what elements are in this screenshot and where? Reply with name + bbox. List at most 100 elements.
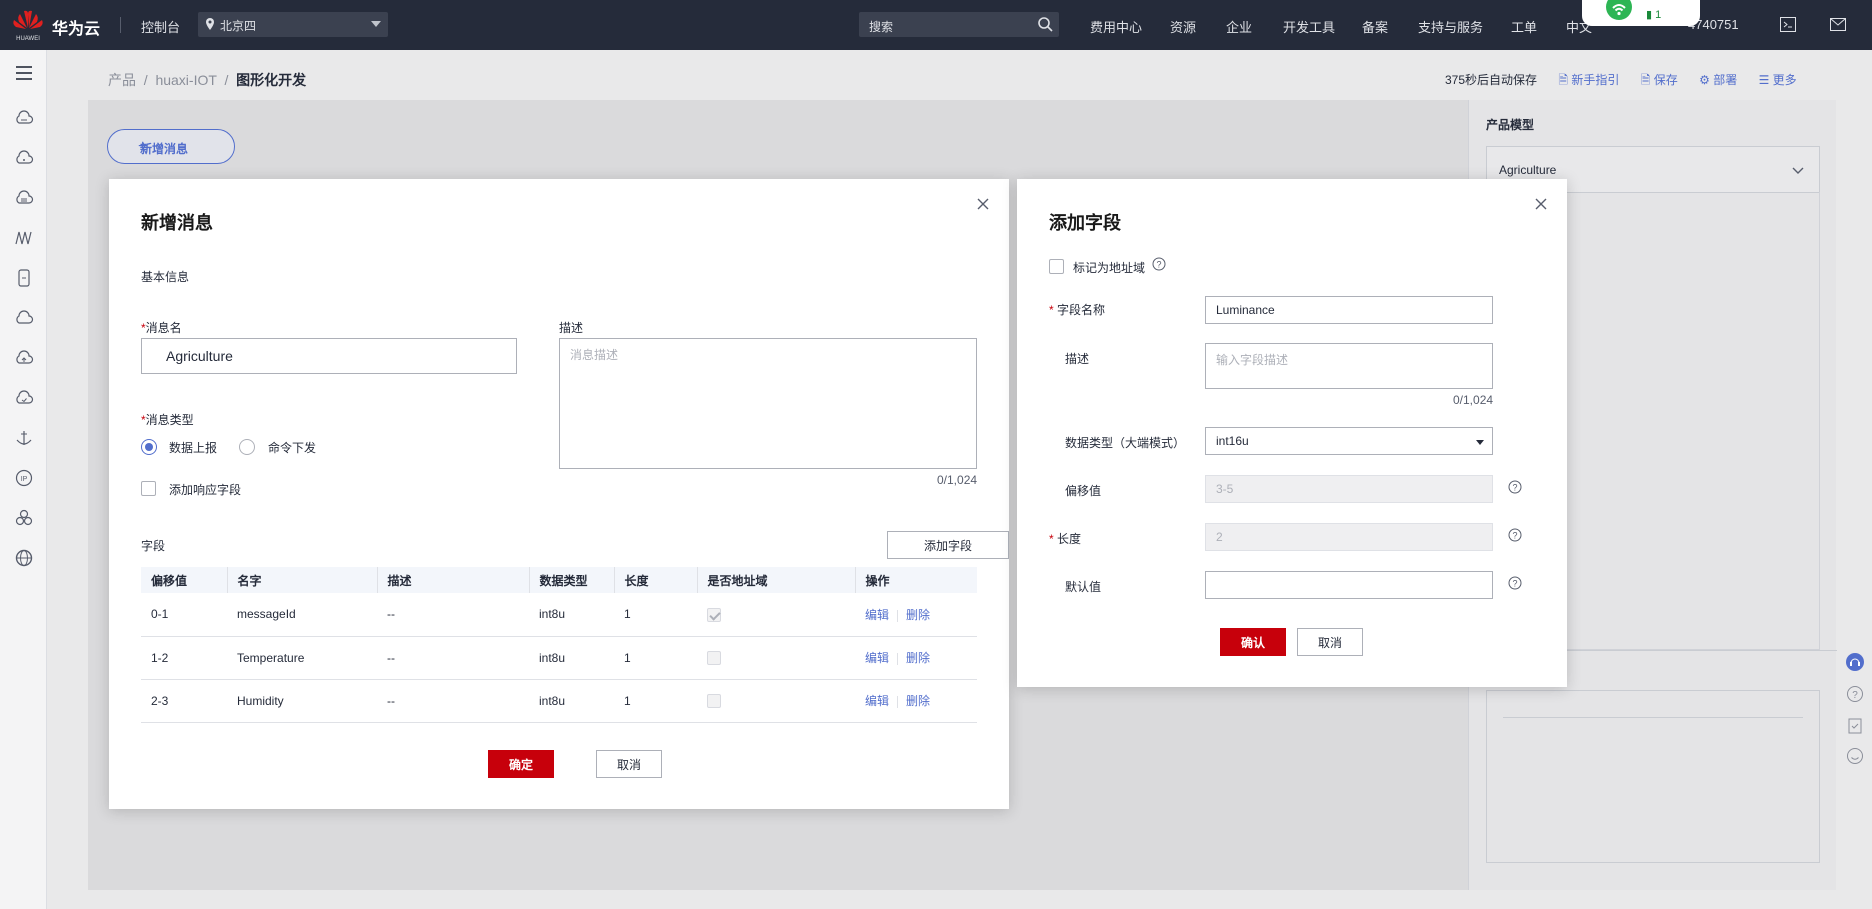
new-message-button[interactable]: + 新增消息 xyxy=(107,129,235,164)
menu-icon[interactable] xyxy=(14,63,34,83)
delete-link[interactable]: 删除 xyxy=(906,608,930,622)
feedback-icon[interactable] xyxy=(1846,717,1864,735)
data-type-label: 数据类型（大端模式） xyxy=(1065,436,1186,450)
cloud-outline-icon[interactable] xyxy=(14,308,34,328)
wifi-icon xyxy=(1606,0,1632,20)
search-icon[interactable] xyxy=(1037,16,1053,32)
delete-link[interactable]: 删除 xyxy=(906,694,930,708)
cloud-db-icon[interactable] xyxy=(14,188,34,208)
chevron-down-icon xyxy=(1792,167,1804,174)
breadcrumb-project[interactable]: huaxi-IOT xyxy=(155,72,216,88)
model-selected-value: Agriculture xyxy=(1499,163,1557,177)
svg-text:?: ? xyxy=(1852,690,1858,701)
cancel-button[interactable]: 取消 xyxy=(596,750,662,778)
cell-actions: 编辑 删除 xyxy=(855,679,977,723)
column-header: 操作 xyxy=(855,567,977,593)
default-value-input[interactable] xyxy=(1205,571,1493,599)
breadcrumb-products[interactable]: 产品 xyxy=(108,72,136,88)
help-icon[interactable]: ? xyxy=(1846,685,1864,703)
anchor-icon[interactable] xyxy=(14,428,34,448)
plus-icon: + xyxy=(138,138,148,155)
help-icon[interactable]: ? xyxy=(1152,257,1166,271)
svg-text:IP: IP xyxy=(21,476,28,483)
cancel-button[interactable]: 取消 xyxy=(1297,628,1363,656)
terminal-icon[interactable] xyxy=(1780,17,1796,32)
customer-service-icon[interactable] xyxy=(1846,653,1864,671)
console-link[interactable]: 控制台 xyxy=(141,17,180,36)
cell-actions: 编辑 删除 xyxy=(855,593,977,637)
nav-dev-tools[interactable]: 开发工具 xyxy=(1283,17,1335,36)
section-basic-info: 基本信息 xyxy=(141,270,190,284)
edit-link[interactable]: 编辑 xyxy=(865,651,889,665)
field-name-label: * 字段名称 xyxy=(1049,303,1106,317)
cell-name: Humidity xyxy=(227,679,377,723)
document-icon: 🗎 xyxy=(1558,73,1569,87)
address-domain-checkbox[interactable] xyxy=(1049,259,1064,274)
nav-filing[interactable]: 备案 xyxy=(1362,17,1388,36)
add-field-button[interactable]: 添加字段 xyxy=(887,531,1009,559)
column-header: 数据类型 xyxy=(529,567,615,593)
search-input[interactable]: 搜索 xyxy=(859,12,1059,37)
nav-tickets[interactable]: 工单 xyxy=(1511,17,1537,36)
nav-resources[interactable]: 资源 xyxy=(1170,17,1196,36)
offset-input: 3-5 xyxy=(1205,475,1493,503)
nav-support[interactable]: 支持与服务 xyxy=(1418,17,1483,36)
radio-data-report[interactable] xyxy=(141,439,157,455)
header-divider xyxy=(120,17,121,33)
cell-name: Temperature xyxy=(227,636,377,680)
new-message-dialog: 新增消息 基本信息 *消息名 Agriculture 描述 消息描述 0/1,0… xyxy=(109,179,1009,809)
brand-name[interactable]: 华为云 xyxy=(52,15,100,39)
caret-down-icon xyxy=(1476,440,1484,445)
save-button[interactable]: 🗎 保存 xyxy=(1641,73,1678,87)
cloud-service-icon[interactable] xyxy=(14,148,34,168)
description-textarea[interactable]: 消息描述 xyxy=(559,338,977,469)
more-button[interactable]: ☰ 更多 xyxy=(1759,73,1797,87)
close-icon[interactable] xyxy=(976,197,990,211)
field-name-input[interactable]: Luminance xyxy=(1205,296,1493,324)
cloud-icon[interactable] xyxy=(14,108,34,128)
response-field-checkbox[interactable] xyxy=(141,481,156,496)
save-label: 保存 xyxy=(1653,73,1678,87)
column-header: 名字 xyxy=(227,567,378,593)
huawei-logo[interactable]: HUAWEI xyxy=(10,8,46,42)
delete-link[interactable]: 删除 xyxy=(906,651,930,665)
cloud-upload-icon[interactable] xyxy=(14,348,34,368)
field-desc-textarea[interactable]: 输入字段描述 xyxy=(1205,343,1493,389)
add-field-dialog: 添加字段 标记为地址域 ? * 字段名称 Luminance 描述 输入字段描述… xyxy=(1017,179,1567,687)
table-row: 2-3 Humidity -- int8u 1 编辑 删除 xyxy=(141,679,977,723)
message-name-input[interactable]: Agriculture xyxy=(141,338,517,374)
fields-table: 偏移值 名字 描述 数据类型 长度 是否地址域 操作 0-1 messageId… xyxy=(141,567,977,723)
guide-label: 新手指引 xyxy=(1571,73,1620,87)
device-icon[interactable] xyxy=(14,268,34,288)
cell-offset: 0-1 xyxy=(141,593,227,637)
help-icon[interactable]: ? xyxy=(1508,576,1522,590)
ip-icon[interactable]: IP xyxy=(14,468,34,488)
guide-button[interactable]: 🗎 新手指引 xyxy=(1558,73,1619,87)
globe-icon[interactable] xyxy=(14,548,34,568)
region-selector[interactable]: 北京四 xyxy=(198,12,388,37)
mail-icon[interactable] xyxy=(1830,18,1846,31)
edit-link[interactable]: 编辑 xyxy=(865,694,889,708)
offset-label: 偏移值 xyxy=(1065,484,1102,498)
deploy-button[interactable]: ⚙ 部署 xyxy=(1699,73,1737,87)
response-field-label: 添加响应字段 xyxy=(169,483,242,497)
help-icon[interactable]: ? xyxy=(1508,480,1522,494)
edit-link[interactable]: 编辑 xyxy=(865,608,889,622)
confirm-button[interactable]: 确认 xyxy=(1220,628,1286,656)
cloud-check-icon[interactable] xyxy=(14,388,34,408)
smile-icon[interactable] xyxy=(1846,747,1864,765)
nav-enterprise[interactable]: 企业 xyxy=(1226,17,1252,36)
cell-address xyxy=(697,593,855,637)
confirm-button[interactable]: 确定 xyxy=(488,750,554,778)
cluster-icon[interactable] xyxy=(14,508,34,528)
cell-length: 1 xyxy=(614,593,697,637)
radio-command-send[interactable] xyxy=(239,439,255,455)
field-desc-label: 描述 xyxy=(1065,352,1090,366)
close-icon[interactable] xyxy=(1534,197,1548,211)
data-type-select[interactable]: int16u xyxy=(1205,427,1493,455)
monitor-icon[interactable] xyxy=(14,228,34,248)
help-icon[interactable]: ? xyxy=(1508,528,1522,542)
address-checkbox xyxy=(707,607,721,622)
svg-text:?: ? xyxy=(1512,483,1517,493)
nav-billing[interactable]: 费用中心 xyxy=(1090,17,1142,36)
